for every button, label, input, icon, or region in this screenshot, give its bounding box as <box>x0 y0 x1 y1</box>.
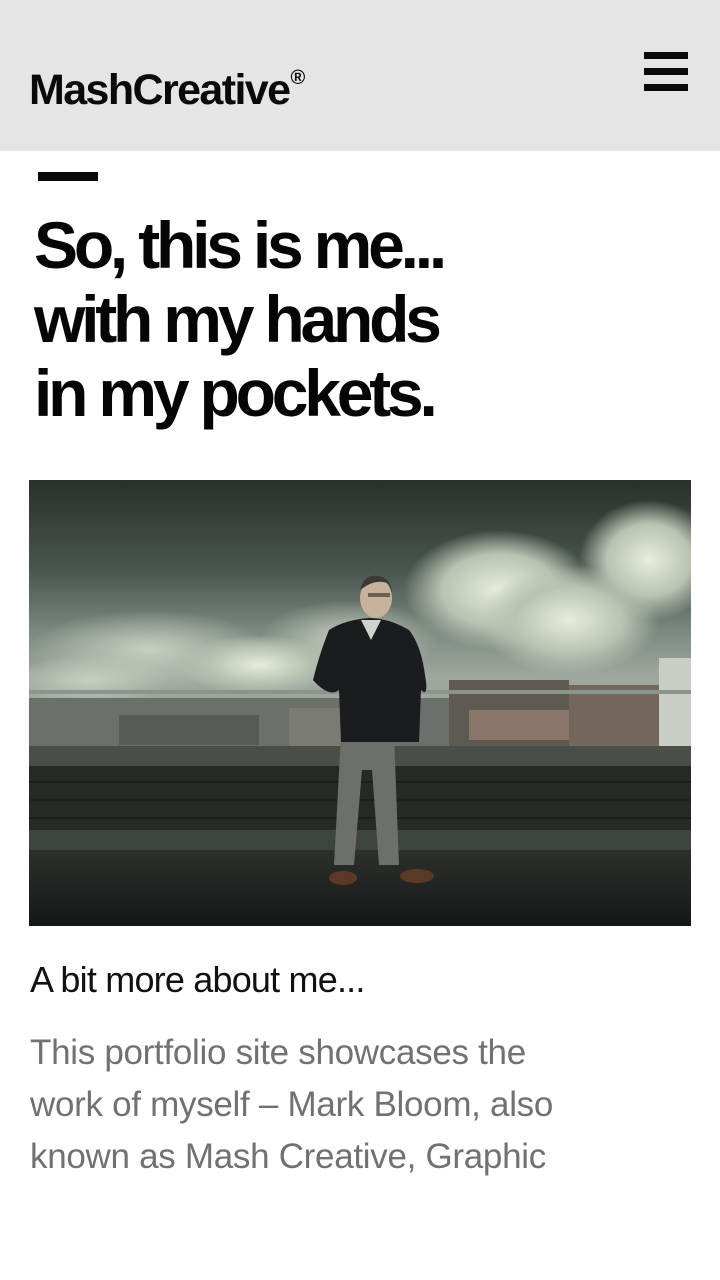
headline-line: So, this is me... <box>34 208 447 282</box>
registered-mark: ® <box>290 67 306 89</box>
logo-text: MashCreative <box>29 66 291 114</box>
menu-bar <box>644 52 688 59</box>
site-logo[interactable]: MashCreative® <box>29 52 305 116</box>
paragraph-line: This portfolio site showcases the <box>30 1033 526 1072</box>
headline-line: with my hands <box>34 282 442 356</box>
paragraph-line: known as Mash Creative, Graphic <box>30 1137 546 1176</box>
headline-line: in my pockets. <box>34 356 438 430</box>
site-header: MashCreative® <box>0 0 720 151</box>
about-paragraph: This portfolio site showcases the work o… <box>30 1027 690 1183</box>
paragraph-line: work of myself – Mark Bloom, also <box>30 1085 554 1124</box>
hamburger-menu-icon[interactable] <box>642 52 690 94</box>
portrait-photo <box>29 480 691 926</box>
menu-bar <box>644 84 688 91</box>
accent-dash <box>38 172 98 181</box>
menu-bar <box>644 68 688 75</box>
page-headline: So, this is me... with my hands in my po… <box>34 208 694 430</box>
about-subheading: A bit more about me... <box>30 959 365 1000</box>
